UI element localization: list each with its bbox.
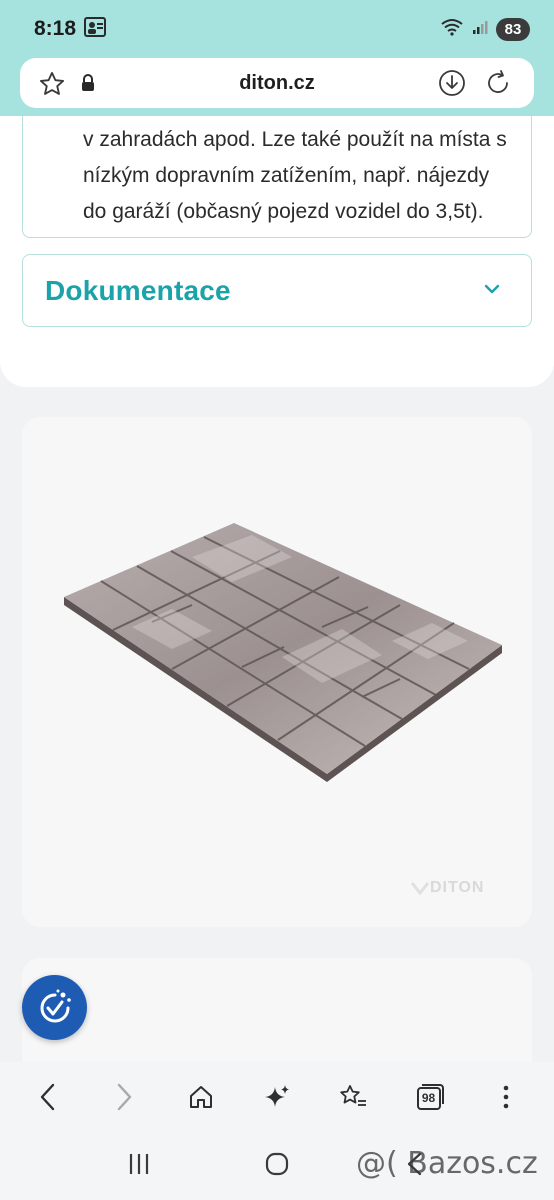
home-button[interactable]	[177, 1073, 225, 1121]
battery-badge: 83	[496, 17, 530, 41]
forward-arrow-icon	[118, 1083, 132, 1111]
product-image-card[interactable]: DITON	[22, 417, 532, 927]
chevron-down-icon[interactable]	[483, 282, 501, 300]
contacts-notification-icon	[84, 16, 107, 42]
wifi-icon	[440, 18, 464, 41]
star-list-icon	[340, 1085, 367, 1106]
status-bar: 8:18 83	[0, 0, 554, 58]
paving-stones-image	[64, 523, 502, 896]
sparkle-icon	[264, 1085, 289, 1107]
diton-logo	[410, 882, 430, 896]
bookmarks-button[interactable]	[329, 1073, 377, 1121]
signal-icon	[472, 19, 488, 40]
url-bar[interactable]: diton.cz	[20, 58, 534, 108]
back-arrow-icon	[40, 1083, 55, 1111]
page-content[interactable]: v zahradách apod. Lze také použít na mís…	[0, 116, 554, 1062]
status-right: 83	[440, 17, 530, 41]
browser-bottom-nav: 98	[0, 1062, 554, 1132]
description-panel: v zahradách apod. Lze také použít na mís…	[22, 116, 532, 238]
home-circle-icon	[265, 1152, 289, 1175]
menu-button[interactable]	[482, 1073, 530, 1121]
ai-assistant-button[interactable]	[253, 1073, 301, 1121]
accessibility-check-icon	[40, 989, 71, 1022]
download-icon[interactable]	[438, 69, 466, 97]
back-button[interactable]	[24, 1073, 72, 1121]
tabs-count: 98	[421, 1091, 436, 1105]
more-vertical-icon	[503, 1085, 509, 1109]
recent-apps-icon	[129, 1153, 149, 1174]
bazos-watermark: @( Bazos.cz	[356, 1146, 538, 1181]
accessibility-fab[interactable]	[22, 975, 87, 1040]
forward-button[interactable]	[100, 1073, 148, 1121]
status-time: 8:18	[34, 17, 77, 40]
status-left: 8:18	[34, 16, 107, 42]
url-area: diton.cz	[0, 58, 554, 116]
next-card	[22, 958, 532, 1062]
image-watermark: DITON	[430, 879, 485, 896]
home-system-button[interactable]	[264, 1151, 290, 1182]
reload-icon[interactable]	[484, 69, 512, 97]
home-icon	[189, 1086, 212, 1108]
product-details-card: v zahradách apod. Lze také použít na mís…	[0, 116, 554, 387]
recent-apps-button[interactable]	[126, 1151, 152, 1182]
documentation-title[interactable]: Dokumentace	[45, 275, 231, 307]
tabs-button[interactable]: 98	[406, 1073, 454, 1121]
description-text: v zahradách apod. Lze také použít na mís…	[83, 128, 507, 223]
documentation-accordion[interactable]: Dokumentace	[22, 254, 532, 327]
